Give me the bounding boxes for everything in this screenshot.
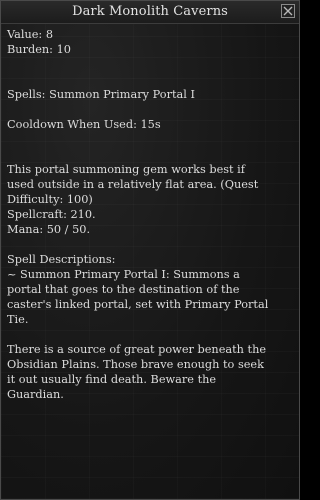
item-cooldown: Cooldown When Used: 15s (7, 118, 161, 131)
item-details: Value: 8 Burden: 10 Spells: Summon Prima… (1, 24, 299, 402)
item-spells: Spells: Summon Primary Portal I (7, 88, 195, 101)
item-mana: Mana: 50 / 50. (7, 223, 91, 236)
close-icon (283, 6, 293, 16)
item-burden: Burden: 10 (7, 43, 71, 56)
item-appraisal-window: Dark Monolith Caverns Value: 8 Burden: 1… (0, 0, 300, 500)
spell-description-line: ~ Summon Primary Portal I: Summons a (7, 268, 240, 281)
lore-line: it out usually find death. Beware the (7, 373, 217, 386)
close-button[interactable] (281, 4, 295, 18)
item-value: Value: 8 (7, 28, 54, 41)
lore-line: Guardian. (7, 388, 64, 401)
lore-line: Obsidian Plains. Those brave enough to s… (7, 358, 264, 371)
spell-descriptions-header: Spell Descriptions: (7, 253, 116, 266)
item-description-line: This portal summoning gem works best if (7, 163, 245, 176)
spell-description-line: portal that goes to the destination of t… (7, 283, 240, 296)
window-title: Dark Monolith Caverns (72, 4, 228, 19)
item-description-line: used outside in a relatively flat area. … (7, 178, 259, 191)
item-spellcraft: Spellcraft: 210. (7, 208, 96, 221)
item-description-line: Difficulty: 100) (7, 193, 93, 206)
lore-line: There is a source of great power beneath… (7, 343, 267, 356)
spell-description-line: Tie. (7, 313, 29, 326)
spell-description-line: caster's linked portal, set with Primary… (7, 298, 269, 311)
title-bar[interactable]: Dark Monolith Caverns (1, 1, 299, 24)
